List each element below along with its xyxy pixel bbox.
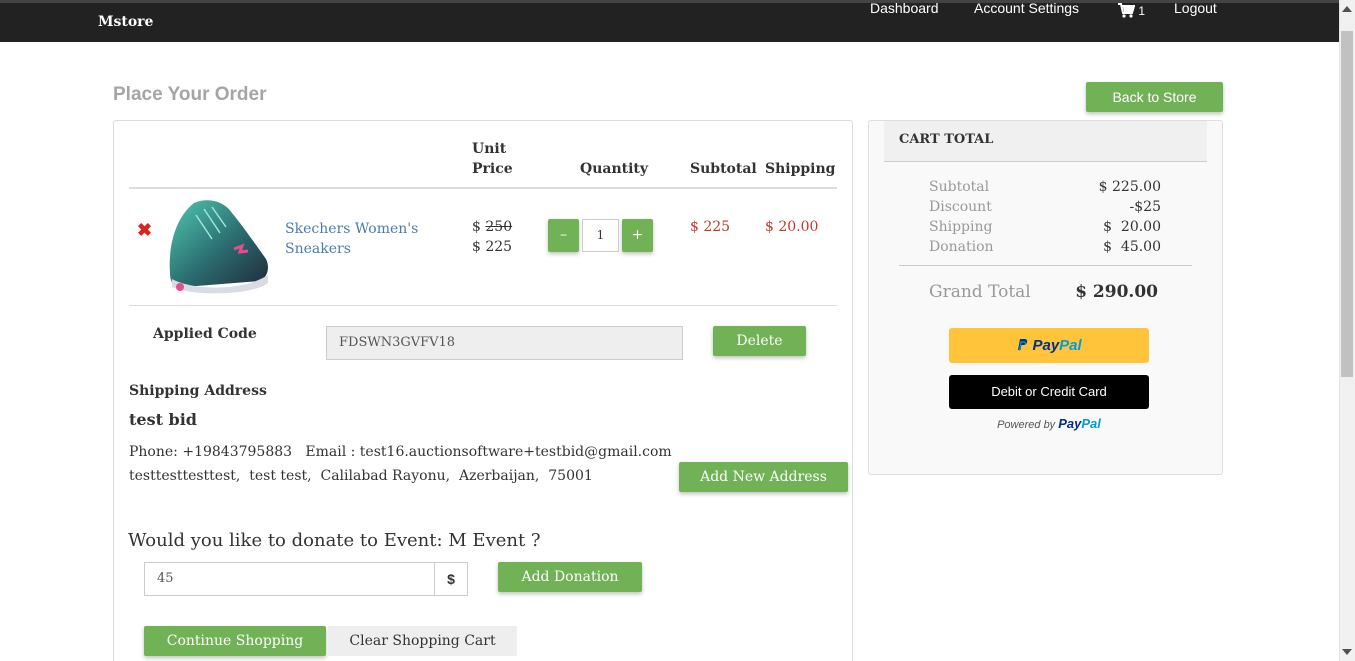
summary-discount-value: -$25	[1129, 199, 1161, 215]
quantity-decrease-button[interactable]: –	[548, 219, 579, 252]
cart-icon	[1118, 3, 1136, 18]
paypal-logo-part1: Pay	[1032, 337, 1060, 354]
nav-account-settings[interactable]: Account Settings	[974, 0, 1079, 16]
unit-price-original: $ 250	[472, 219, 512, 235]
summary-discount-label: Discount	[929, 199, 992, 215]
product-image[interactable]	[164, 195, 272, 299]
unit-price-discounted: $ 225	[472, 239, 513, 255]
summary-shipping-value: $ 20.00	[1103, 219, 1161, 235]
cart-total-title: CART TOTAL	[899, 132, 994, 147]
add-donation-button[interactable]: Add Donation	[498, 562, 642, 592]
page-title: Place Your Order	[113, 84, 267, 105]
col-header-subtotal: Subtotal	[690, 161, 757, 177]
col-header-unit-label: Unit	[472, 141, 507, 157]
donation-amount-input[interactable]: 45	[144, 562, 435, 596]
remove-item-icon[interactable]: ✖	[137, 220, 152, 241]
debit-credit-card-button[interactable]: Debit or Credit Card	[949, 375, 1149, 409]
col-header-quantity: Quantity	[580, 161, 649, 177]
delete-code-button[interactable]: Delete	[713, 326, 806, 356]
grand-total-label: Grand Total	[929, 282, 1031, 302]
quantity-input[interactable]: 1	[582, 219, 619, 252]
price-old-value: 250	[485, 219, 513, 235]
nav-cart[interactable]: 1	[1118, 3, 1145, 18]
product-name-link[interactable]: Skechers Women's Sneakers	[285, 219, 435, 259]
item-subtotal: $ 225	[690, 219, 731, 235]
summary-donation-label: Donation	[929, 239, 994, 255]
back-to-store-button[interactable]: Back to Store	[1086, 82, 1223, 112]
brand-logo[interactable]: Mstore	[98, 14, 153, 30]
donation-question: Would you like to donate to Event: M Eve…	[128, 530, 541, 551]
shipping-address-title: Shipping Address	[129, 383, 267, 399]
continue-shopping-button[interactable]: Continue Shopping	[144, 626, 326, 656]
nav-logout[interactable]: Logout	[1174, 0, 1217, 16]
summary-subtotal-label: Subtotal	[929, 179, 990, 195]
summary-donation-value: $ 45.00	[1103, 239, 1161, 255]
nav-dashboard[interactable]: Dashboard	[870, 0, 939, 16]
powered-logo-part1: Pay	[1058, 416, 1082, 431]
applied-code-label: Applied Code	[153, 326, 257, 342]
paypal-logo-part2: Pal	[1059, 337, 1082, 354]
item-shipping: $ 20.00	[765, 219, 819, 235]
scroll-up-arrow-icon[interactable]	[1342, 6, 1352, 12]
price-old-symbol: $	[472, 219, 481, 235]
paypal-button[interactable]: PayPal	[949, 328, 1149, 363]
summary-divider	[899, 265, 1192, 266]
table-header-divider	[129, 187, 837, 189]
powered-by-label: Powered by	[997, 419, 1056, 431]
shipping-contact: Phone: +19843795883 Email : test16.aucti…	[129, 444, 672, 460]
grand-total-value: $ 290.00	[1075, 282, 1158, 302]
paypal-p-icon	[1018, 339, 1028, 351]
col-header-unit-price: Unit Price	[472, 139, 513, 179]
summary-subtotal-value: $ 225.00	[1098, 179, 1161, 195]
applied-code-field: FDSWN3GVFV18	[326, 326, 683, 360]
shipping-name: test bid	[129, 410, 197, 429]
powered-logo-part2: Pal	[1081, 416, 1101, 431]
powered-by-paypal: Powered by PayPal	[949, 416, 1149, 431]
table-row-divider	[129, 305, 837, 306]
scroll-down-arrow-icon[interactable]	[1342, 649, 1352, 655]
summary-shipping-label: Shipping	[929, 219, 993, 235]
cart-count: 1	[1138, 4, 1146, 18]
clear-cart-button[interactable]: Clear Shopping Cart	[328, 626, 517, 656]
col-header-price-label: Price	[472, 161, 513, 177]
shipping-address-line: testtesttesttest, test test, Calilabad R…	[129, 468, 593, 484]
add-new-address-button[interactable]: Add New Address	[679, 462, 848, 492]
donation-currency-addon: $	[434, 562, 468, 596]
col-header-shipping: Shipping	[765, 161, 836, 177]
quantity-increase-button[interactable]: +	[622, 219, 653, 252]
scrollbar-thumb[interactable]	[1341, 31, 1353, 377]
